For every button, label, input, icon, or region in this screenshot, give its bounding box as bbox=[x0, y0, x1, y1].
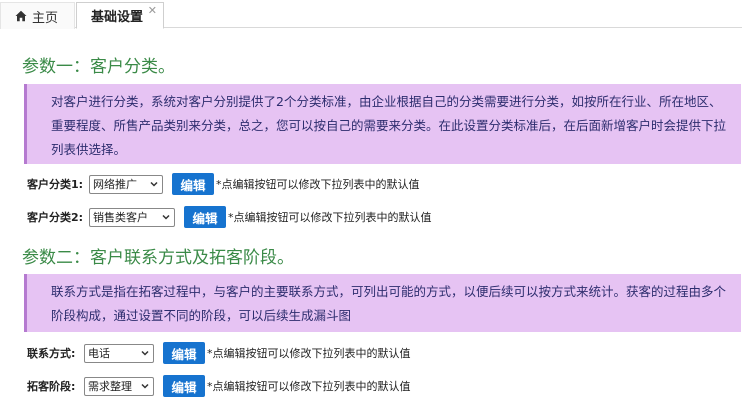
edit-hint: *点编辑按钮可以修改下拉列表中的默认值 bbox=[207, 347, 411, 360]
section1-title: 参数一：客户分类。 bbox=[22, 57, 175, 77]
customer-category2-label: 客户分类2: bbox=[27, 211, 84, 224]
acquisition-stage-label: 拓客阶段: bbox=[27, 380, 76, 393]
section2-notice: 联系方式是指在拓客过程中，与客户的主要联系方式，可列出可能的方式，以便后续可以按… bbox=[24, 274, 741, 332]
customer-category2-row: 客户分类2: 销售类客户 编辑 *点编辑按钮可以修改下拉列表中的默认值 bbox=[27, 206, 432, 228]
edit-button[interactable]: 编辑 bbox=[163, 342, 205, 364]
customer-category1-select[interactable]: 网络推广 bbox=[89, 174, 163, 194]
chevron-down-icon bbox=[140, 381, 150, 391]
customer-category1-label: 客户分类1: bbox=[27, 178, 84, 191]
edit-hint: *点编辑按钮可以修改下拉列表中的默认值 bbox=[216, 178, 420, 191]
contact-method-select[interactable]: 电话 bbox=[84, 343, 154, 363]
tab-home[interactable]: 主页 bbox=[0, 2, 75, 29]
tab-bar: 主页 基础设置 ✕ bbox=[0, 0, 742, 29]
edit-button[interactable]: 编辑 bbox=[184, 206, 226, 228]
edit-button[interactable]: 编辑 bbox=[163, 375, 205, 397]
chevron-down-icon bbox=[161, 212, 171, 222]
tab-basic-settings[interactable]: 基础设置 ✕ bbox=[76, 2, 164, 29]
contact-method-label: 联系方式: bbox=[27, 347, 76, 360]
customer-category2-value: 销售类客户 bbox=[93, 211, 148, 224]
edit-hint: *点编辑按钮可以修改下拉列表中的默认值 bbox=[228, 211, 432, 224]
contact-method-value: 电话 bbox=[88, 347, 110, 360]
acquisition-stage-select[interactable]: 需求整理 bbox=[84, 376, 154, 396]
customer-category1-value: 网络推广 bbox=[93, 178, 137, 191]
contact-method-row: 联系方式: 电话 编辑 *点编辑按钮可以修改下拉列表中的默认值 bbox=[27, 342, 411, 364]
section2-title: 参数二：客户联系方式及拓客阶段。 bbox=[22, 248, 294, 268]
edit-button[interactable]: 编辑 bbox=[172, 173, 214, 195]
section1-notice: 对客户进行分类，系统对客户分别提供了2个分类标准，由企业根据自己的分类需要进行分… bbox=[24, 84, 741, 164]
chevron-down-icon bbox=[140, 348, 150, 358]
customer-category1-row: 客户分类1: 网络推广 编辑 *点编辑按钮可以修改下拉列表中的默认值 bbox=[27, 173, 420, 195]
tab-basic-settings-label: 基础设置 bbox=[91, 10, 144, 25]
home-icon bbox=[15, 10, 27, 22]
customer-category2-select[interactable]: 销售类客户 bbox=[89, 207, 175, 227]
acquisition-stage-row: 拓客阶段: 需求整理 编辑 *点编辑按钮可以修改下拉列表中的默认值 bbox=[27, 375, 411, 397]
edit-hint: *点编辑按钮可以修改下拉列表中的默认值 bbox=[207, 380, 411, 393]
tab-home-label: 主页 bbox=[32, 10, 59, 26]
close-icon[interactable]: ✕ bbox=[148, 4, 157, 17]
chevron-down-icon bbox=[149, 179, 159, 189]
acquisition-stage-value: 需求整理 bbox=[88, 380, 132, 393]
